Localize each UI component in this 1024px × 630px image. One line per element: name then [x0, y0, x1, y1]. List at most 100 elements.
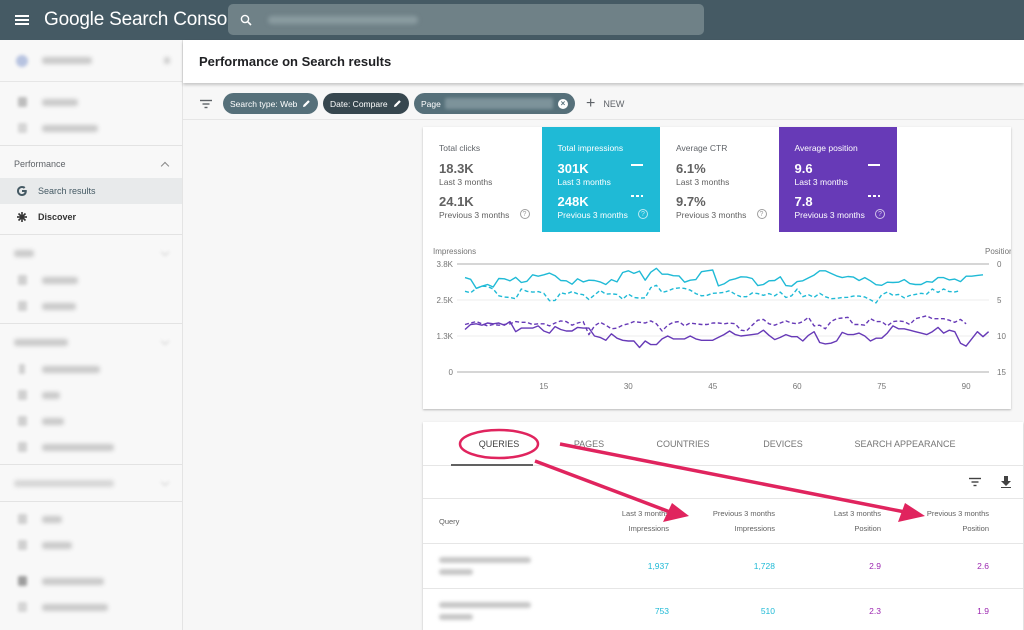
- legend-solid-line-icon: [631, 164, 643, 166]
- search-placeholder-blurred: [268, 15, 418, 24]
- left-tick-label: 0: [449, 368, 454, 377]
- metric-tile-average-ctr[interactable]: Average CTR 6.1% Last 3 months 9.7% Prev…: [660, 127, 779, 232]
- x-tick-label: 45: [708, 382, 717, 391]
- section-label-blurred: [14, 249, 34, 257]
- filter-icon[interactable]: [199, 99, 213, 109]
- edit-icon[interactable]: [302, 99, 311, 108]
- sidebar-item-submit-feedback[interactable]: [0, 568, 182, 594]
- performance-chart[interactable]: Impressions Position 0 1.3K 2.5K 3.8K 0 5 10 1…: [423, 242, 1013, 409]
- tab-queries[interactable]: QUERIES: [451, 422, 547, 465]
- metric-tile-total-impressions[interactable]: Total impressions 301K Last 3 months 248…: [541, 127, 660, 232]
- table-row[interactable]: 1,937 1,728 2.9 2.6: [423, 544, 1023, 589]
- help-icon[interactable]: ?: [756, 209, 767, 219]
- column-header-imp-last[interactable]: Last 3 months Impressions: [563, 506, 669, 536]
- page-header: Performance on Search results: [183, 40, 1024, 83]
- sidebar-item-sitemaps[interactable]: [0, 293, 182, 319]
- sidebar-item-label: [42, 302, 76, 310]
- sidebar-section-index[interactable]: [0, 239, 182, 267]
- chart-gridlines: [457, 263, 989, 373]
- remove-filter-icon[interactable]: ×: [558, 98, 568, 109]
- sidebar-item-label: [42, 515, 62, 523]
- column-header-imp-prev[interactable]: Previous 3 months Impressions: [669, 506, 775, 536]
- column-header-line1: Previous 3 months: [926, 509, 989, 518]
- legend-solid-line-icon: [868, 164, 880, 166]
- sidebar-item-label: [42, 391, 60, 399]
- metric-tile-average-position[interactable]: Average position 9.6 Last 3 months 7.8 P…: [778, 127, 897, 232]
- column-header-query[interactable]: Query: [423, 517, 563, 526]
- property-selector[interactable]: [0, 40, 182, 82]
- sidebar-section-enhancements[interactable]: [0, 328, 182, 356]
- dimension-tabs: QUERIES PAGES COUNTRIES DEVICES SEARCH A…: [423, 422, 1023, 466]
- sidebar-item-mobile-usability[interactable]: [0, 356, 182, 382]
- plus-icon: +: [586, 94, 596, 112]
- metric-tile-total-clicks[interactable]: Total clicks 18.3K Last 3 months 24.1K P…: [423, 127, 542, 232]
- sidebar-item-about-new-version[interactable]: [0, 594, 182, 620]
- right-tick-label: 5: [997, 296, 1002, 305]
- cell-pos-prev: 1.9: [977, 605, 989, 616]
- links-icon: [16, 513, 28, 525]
- new-filter-button[interactable]: + NEW: [586, 95, 624, 113]
- feedback-icon: [16, 575, 28, 587]
- sidebar-item-logos[interactable]: [0, 408, 182, 434]
- edit-icon[interactable]: [393, 99, 402, 108]
- sidebar-section-security[interactable]: [0, 469, 182, 497]
- filter-chip-search-type[interactable]: Search type: Web: [223, 93, 318, 114]
- series-line-position-dashed: [464, 315, 967, 336]
- query-cell-blurred: [423, 602, 563, 620]
- sidebar-item-sitelinks-searchbox[interactable]: [0, 434, 182, 460]
- metric-value-previous: 9.7%: [676, 194, 706, 209]
- metric-label: Total impressions: [557, 143, 624, 153]
- sidebar-item-settings[interactable]: [0, 532, 182, 558]
- sidebar-section-performance[interactable]: Performance: [0, 150, 182, 178]
- table-row[interactable]: 753 510 2.3 1.9: [423, 589, 1023, 630]
- column-header-pos-last[interactable]: Last 3 months Position: [775, 506, 881, 536]
- tab-countries[interactable]: COUNTRIES: [631, 422, 735, 465]
- app-logo[interactable]: Google Search Console: [44, 9, 242, 31]
- inspect-url-search[interactable]: [228, 4, 704, 35]
- metric-value-current: 9.6: [794, 161, 813, 176]
- search-icon: [16, 122, 28, 134]
- column-header-pos-prev[interactable]: Previous 3 months Position: [881, 506, 989, 536]
- sidebar-item-amp[interactable]: [0, 382, 182, 408]
- tab-pages[interactable]: PAGES: [547, 422, 631, 465]
- chart-svg: Impressions Position 0 1.3K 2.5K 3.8K 0 5 10 1…: [433, 247, 1013, 391]
- home-icon: [16, 96, 28, 108]
- tab-devices[interactable]: DEVICES: [735, 422, 831, 465]
- sidebar-item-overview[interactable]: [0, 89, 182, 115]
- property-icon: [16, 54, 28, 67]
- divider: [0, 234, 182, 235]
- help-icon[interactable]: ?: [875, 209, 885, 219]
- menu-icon[interactable]: [0, 0, 44, 40]
- metric-value-previous: 24.1K: [439, 194, 474, 209]
- sidebar-item-label: [42, 443, 114, 451]
- x-tick-label: 30: [624, 382, 633, 391]
- sitemap-icon: [16, 300, 28, 312]
- coverage-icon: [16, 274, 28, 286]
- filter-chip-page[interactable]: Page ×: [414, 93, 575, 114]
- legend-dashed-line-icon: [868, 195, 880, 197]
- chip-label: Date: Compare: [330, 98, 388, 109]
- help-icon[interactable]: ?: [638, 209, 648, 219]
- x-tick-label: 60: [793, 382, 802, 391]
- asterisk-icon: [16, 211, 28, 223]
- page-title: Performance on Search results: [199, 54, 392, 69]
- divider: [0, 464, 182, 465]
- help-icon[interactable]: ?: [519, 209, 530, 219]
- filter-rows-icon[interactable]: [969, 477, 981, 487]
- sidebar-item-url-inspection[interactable]: [0, 115, 182, 141]
- tab-search-appearance[interactable]: SEARCH APPEARANCE: [831, 422, 979, 465]
- column-header-line1: Last 3 months: [621, 509, 669, 518]
- performance-chart-card: Total clicks 18.3K Last 3 months 24.1K P…: [423, 127, 1013, 409]
- right-tick-label: 0: [997, 260, 1002, 269]
- sidebar-item-search-results[interactable]: Search results: [0, 178, 182, 204]
- left-tick-label: 3.8K: [437, 260, 454, 269]
- metric-label: Total clicks: [439, 143, 481, 153]
- active-tab-indicator: [451, 464, 533, 466]
- section-label-blurred: [14, 338, 68, 346]
- metric-period-current: Last 3 months: [794, 177, 848, 187]
- sidebar-item-links[interactable]: [0, 506, 182, 532]
- sidebar-item-coverage[interactable]: [0, 267, 182, 293]
- sidebar-item-discover[interactable]: Discover: [0, 204, 182, 230]
- download-icon[interactable]: [1001, 476, 1011, 488]
- filter-chip-date[interactable]: Date: Compare: [323, 93, 409, 114]
